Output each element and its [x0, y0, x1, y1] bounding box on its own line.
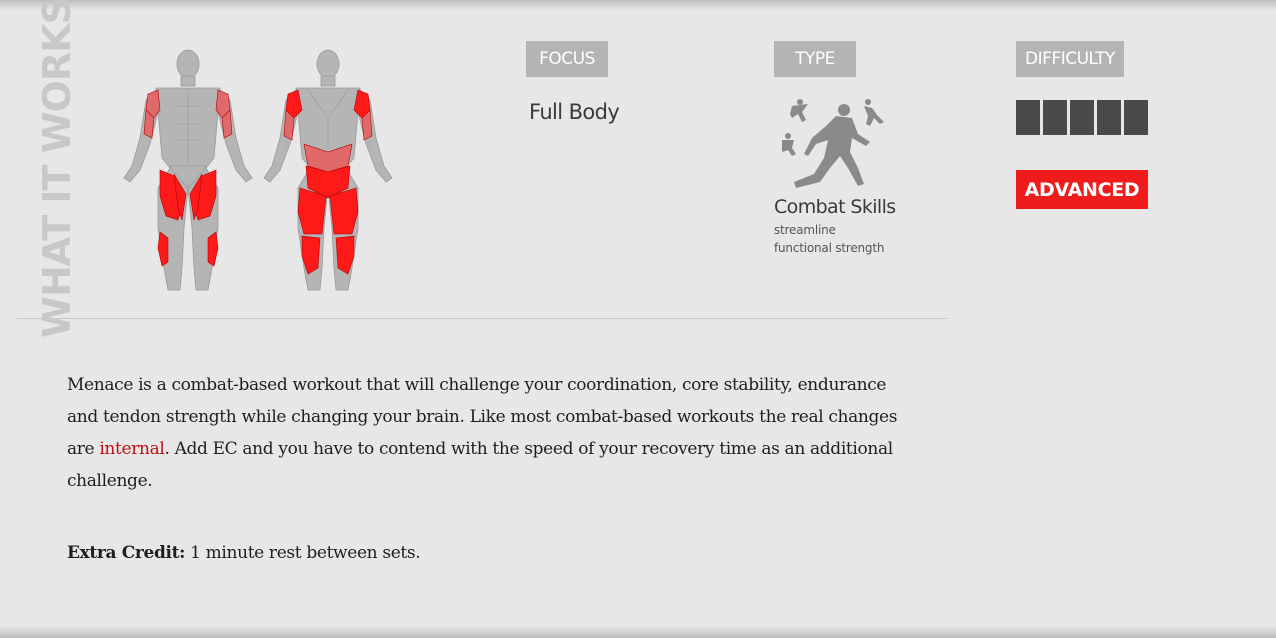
type-subtitle-line-1: streamline: [774, 223, 836, 237]
type-subtitle-line-2: functional strength: [774, 241, 885, 255]
difficulty-label: DIFFICULTY: [1016, 41, 1124, 77]
difficulty-block: [1016, 100, 1040, 135]
bottom-edge-shadow: [0, 626, 1276, 638]
difficulty-block: [1070, 100, 1094, 135]
back-body-diagram: [263, 49, 393, 291]
internal-link[interactable]: internal: [99, 439, 164, 459]
focus-label: FOCUS: [526, 41, 608, 77]
difficulty-level-badge: ADVANCED: [1016, 170, 1148, 209]
extra-credit-label: Extra Credit:: [67, 543, 186, 563]
focus-value: Full Body: [529, 100, 620, 124]
front-muscle-figure: [118, 48, 258, 296]
top-edge-shadow: [0, 0, 1276, 10]
extra-credit-text: 1 minute rest between sets.: [185, 543, 421, 563]
difficulty-block: [1124, 100, 1148, 135]
back-muscle-figure: [258, 48, 398, 296]
type-label: TYPE: [774, 41, 856, 77]
section-title-vertical: WHAT IT WORKS: [35, 0, 79, 338]
extra-credit-note: Extra Credit: 1 minute rest between sets…: [67, 537, 421, 569]
workout-description: Menace is a combat-based workout that wi…: [67, 369, 917, 497]
section-divider: [17, 318, 947, 319]
difficulty-block: [1043, 100, 1067, 135]
difficulty-meter: [1016, 100, 1148, 135]
type-name: Combat Skills: [774, 196, 896, 218]
difficulty-block: [1097, 100, 1121, 135]
combat-figure-icon: [778, 96, 886, 199]
description-text-end: . Add EC and you have to contend with th…: [67, 439, 893, 491]
front-body-diagram: [123, 49, 253, 291]
